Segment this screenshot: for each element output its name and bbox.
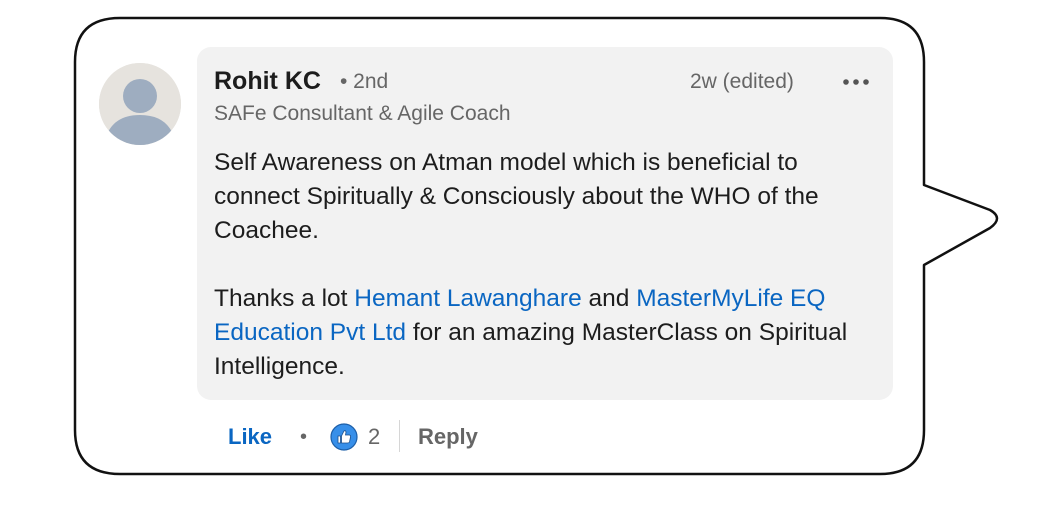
text-segment: and (581, 285, 637, 312)
reply-button[interactable]: Reply (418, 423, 478, 451)
comment-timestamp: 2w (edited) (690, 70, 794, 93)
action-divider (399, 420, 400, 452)
avatar[interactable] (99, 63, 181, 145)
default-person-avatar-icon (99, 63, 181, 145)
comment-text: Self Awareness on Atman model which is b… (214, 146, 874, 384)
text-segment: Thanks a lot (214, 285, 355, 312)
comment-card: Rohit KC • 2nd 2w (edited) SAFe Consulta… (0, 0, 1043, 509)
separator-dot: • (300, 426, 308, 448)
comment-paragraph-2: Thanks a lot Hemant Lawanghare and Maste… (214, 282, 874, 384)
comment-paragraph-1: Self Awareness on Atman model which is b… (214, 149, 819, 244)
author-name[interactable]: Rohit KC (214, 66, 321, 96)
like-button[interactable]: Like (228, 423, 272, 451)
mention-link-hemant-lawanghare[interactable]: Hemant Lawanghare (354, 285, 581, 312)
author-headline: SAFe Consultant & Agile Coach (214, 102, 511, 125)
connection-degree: • 2nd (340, 70, 389, 93)
reaction-count[interactable]: 2 (368, 423, 380, 451)
more-horizontal-icon[interactable] (840, 70, 874, 94)
like-thumbs-up-icon[interactable] (330, 423, 358, 451)
